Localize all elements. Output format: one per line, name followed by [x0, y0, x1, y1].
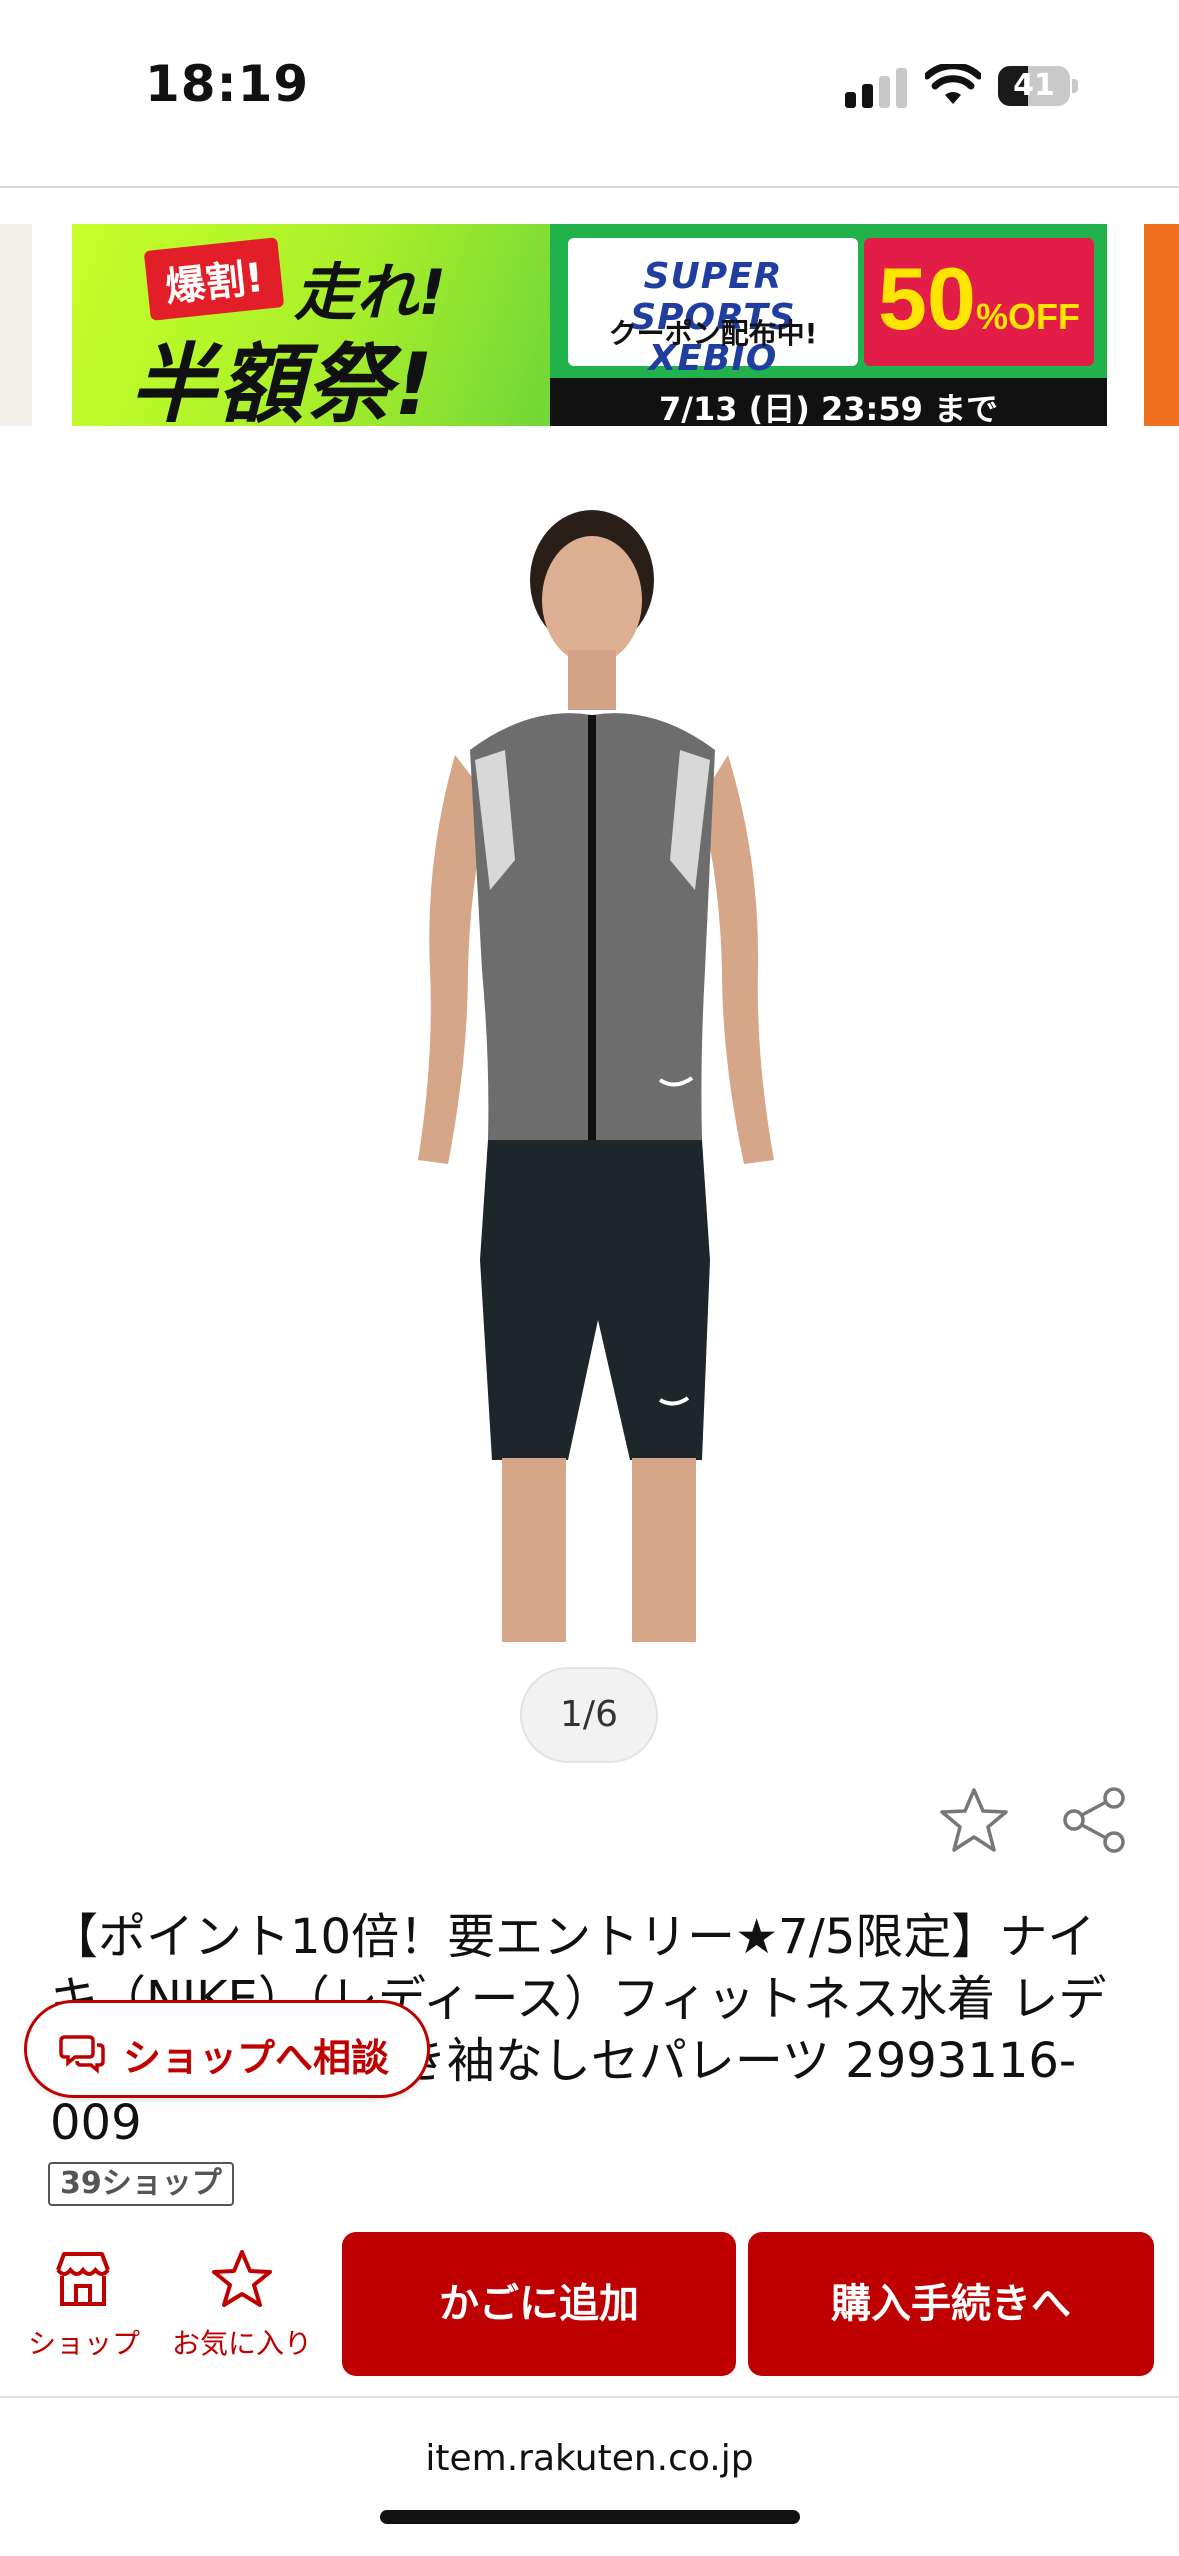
browser-url-bar[interactable]: item.rakuten.co.jp — [0, 2400, 1179, 2556]
shop-tab-label: ショップ — [27, 2327, 140, 2360]
url-text[interactable]: item.rakuten.co.jp — [0, 2438, 1179, 2479]
banner-coupon-text: クーポン配布中! — [608, 317, 818, 350]
star-outline-icon[interactable] — [938, 1784, 1010, 1856]
discount-badge: 50%OFF — [864, 238, 1094, 366]
banner-carousel[interactable]: 爆割! 走れ! 半額祭! SUPER SPORTS XEBIO クーポン配布中!… — [0, 224, 1179, 426]
favorite-tab-label: お気に入り — [171, 2327, 312, 2360]
status-time: 18:19 — [145, 55, 310, 113]
banner-deadline-bar: 7/13 (日) 23:59 まで — [550, 378, 1107, 426]
favorite-tab[interactable]: お気に入り — [160, 2240, 324, 2360]
banner-brand-box: SUPER SPORTS XEBIO クーポン配布中! — [568, 238, 858, 379]
banner-subheadline: 半額祭! — [130, 335, 436, 426]
wifi-icon — [925, 64, 981, 104]
checkout-button[interactable]: 購入手続きへ — [748, 2232, 1154, 2376]
star-icon — [212, 2250, 272, 2307]
add-to-cart-button[interactable]: かごに追加 — [342, 2232, 736, 2376]
battery-icon: 41 — [998, 66, 1078, 106]
discount-unit: %OFF — [975, 296, 1080, 337]
banner-prev-slide[interactable] — [0, 224, 32, 426]
shop-tab[interactable]: ショップ — [14, 2240, 154, 2360]
gallery-pager: 1/6 — [520, 1667, 658, 1763]
shop-icon — [56, 2252, 110, 2306]
battery-percent: 41 — [1013, 68, 1055, 103]
chat-bubbles-icon — [59, 2035, 105, 2074]
banner-left-panel: 爆割! 走れ! 半額祭! — [72, 224, 550, 426]
shop-badge: 39ショップ — [48, 2162, 234, 2206]
consult-label: ショップへ相談 — [123, 2036, 390, 2080]
banner-next-slide[interactable] — [1144, 224, 1179, 426]
consult-shop-button[interactable]: ショップへ相談 — [24, 2000, 430, 2098]
promo-banner[interactable]: 爆割! 走れ! 半額祭! SUPER SPORTS XEBIO クーポン配布中!… — [72, 224, 1107, 426]
status-bar: 18:19 41 — [0, 0, 1179, 180]
divider — [0, 186, 1179, 188]
divider — [0, 2396, 1179, 2398]
banner-deadline: 7/13 (日) 23:59 まで — [658, 390, 999, 426]
cellular-signal-icon — [845, 68, 907, 108]
banner-tag: 爆割! — [143, 237, 285, 321]
share-icon[interactable] — [1058, 1784, 1130, 1856]
home-indicator[interactable] — [380, 2510, 800, 2524]
discount-value: 50 — [878, 249, 976, 348]
product-photo[interactable] — [330, 500, 850, 1642]
